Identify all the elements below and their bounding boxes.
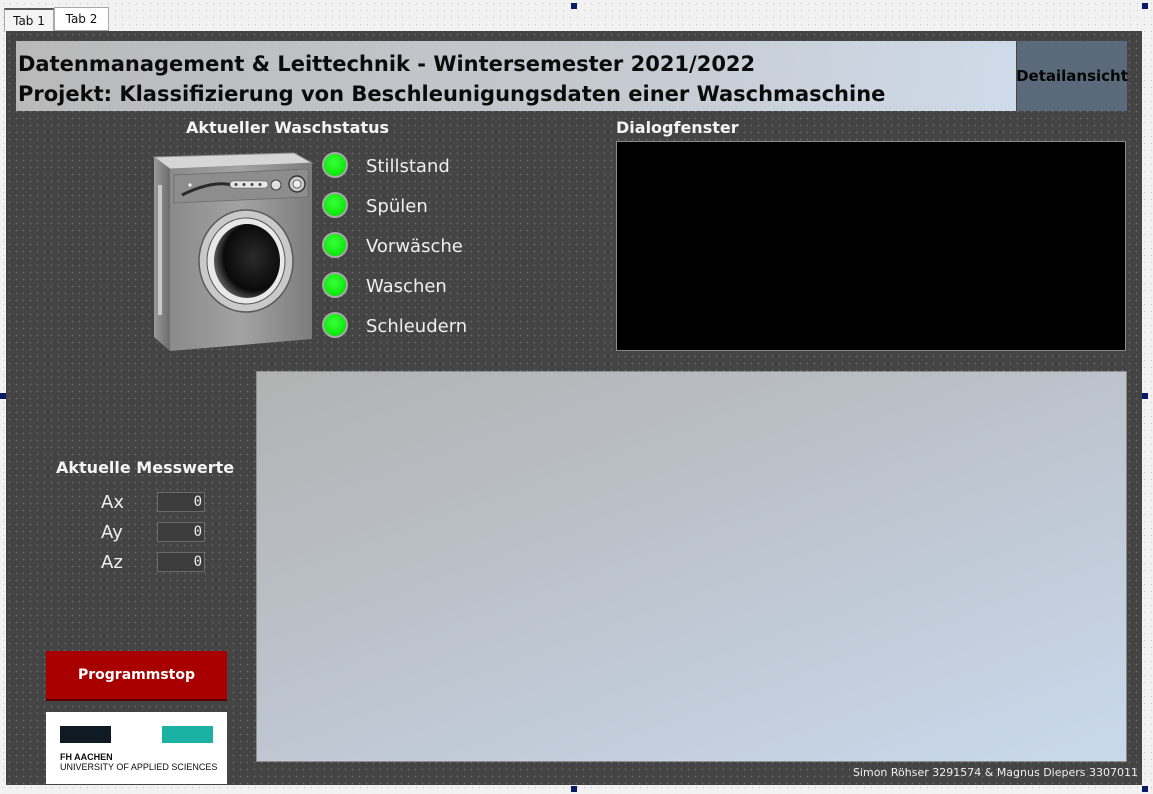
detail-view-button[interactable]: Detailansicht — [1016, 41, 1128, 111]
authors-footer: Simon Röhser 3291574 & Magnus Diepers 33… — [852, 766, 1138, 779]
washing-machine-icon — [152, 152, 314, 351]
measurement-value-ax: 0 — [157, 492, 205, 512]
logo-bar-dark — [60, 726, 111, 743]
status-label-schleudern: Schleudern — [366, 316, 468, 337]
dialog-window — [616, 141, 1126, 351]
title-banner: Datenmanagement & Leittechnik - Winterse… — [16, 41, 1016, 111]
logo-subtitle: UNIVERSITY OF APPLIED SCIENCES — [60, 762, 218, 772]
tab-2[interactable]: Tab 2 — [54, 7, 109, 31]
measurement-value-az: 0 — [157, 552, 205, 572]
led-waschen — [322, 272, 348, 298]
led-stillstand — [322, 152, 348, 178]
resize-handle-bottom[interactable] — [571, 786, 577, 792]
measurement-label-ay: Ay — [101, 522, 123, 543]
led-schleudern — [322, 312, 348, 338]
course-title: Datenmanagement & Leittechnik - Winterse… — [18, 52, 756, 76]
status-label-vorwaesche: Vorwäsche — [366, 236, 463, 257]
status-label-spuelen: Spülen — [366, 196, 428, 217]
logo-bar-teal — [162, 726, 213, 743]
resize-handle-bottom-right[interactable] — [1142, 786, 1148, 792]
led-vorwaesche — [322, 232, 348, 258]
resize-handle-top-right[interactable] — [1142, 3, 1148, 9]
led-spuelen — [322, 192, 348, 218]
main-panel: Datenmanagement & Leittechnik - Winterse… — [6, 31, 1142, 785]
status-label-waschen: Waschen — [366, 276, 447, 297]
status-label-stillstand: Stillstand — [366, 156, 450, 177]
resize-handle-top[interactable] — [571, 3, 577, 9]
measurement-value-ay: 0 — [157, 522, 205, 542]
logo-name: FH AACHEN — [60, 752, 113, 762]
measurement-label-ax: Ax — [101, 492, 124, 513]
dialog-title: Dialogfenster — [616, 118, 739, 137]
wash-status-title: Aktueller Waschstatus — [186, 118, 389, 137]
resize-handle-right[interactable] — [1142, 393, 1148, 399]
plot-area — [256, 371, 1127, 762]
fh-aachen-logo: FH AACHEN UNIVERSITY OF APPLIED SCIENCES — [46, 712, 227, 784]
project-title: Projekt: Klassifizierung von Beschleunig… — [18, 82, 886, 106]
tab-1[interactable]: Tab 1 — [4, 8, 54, 32]
measurements-title: Aktuelle Messwerte — [56, 458, 235, 477]
program-stop-button[interactable]: Programmstop — [46, 651, 227, 701]
measurement-label-az: Az — [101, 552, 123, 573]
